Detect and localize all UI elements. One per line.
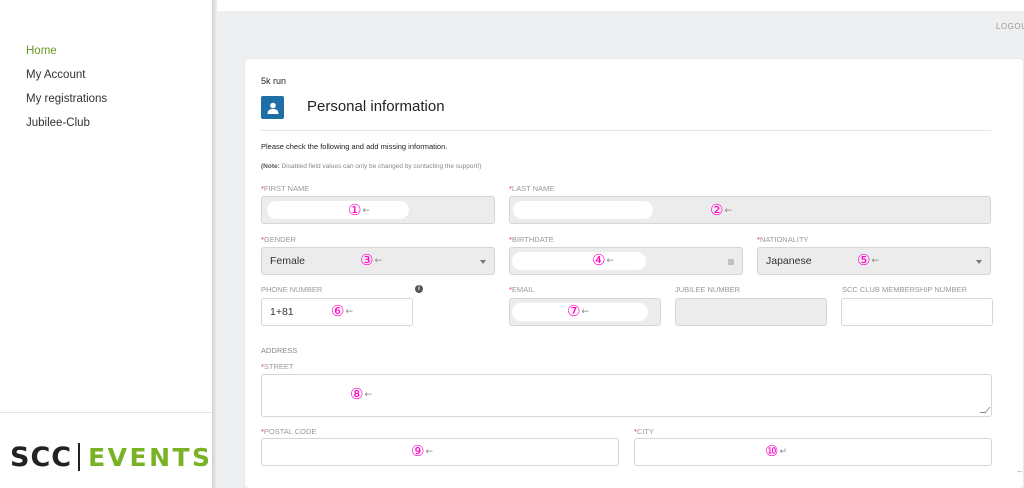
- logout-link[interactable]: LOGOUT: [996, 22, 1024, 31]
- section-title: Personal information: [307, 98, 445, 115]
- logo-scc-text: SCC: [10, 441, 73, 473]
- annotation-10-num: ⑩: [765, 442, 779, 460]
- annotation-arrow: ←: [362, 205, 370, 216]
- birthdate-redaction: [512, 252, 646, 270]
- sidebar-divider: [0, 412, 212, 413]
- note-prefix: (Note:: [261, 163, 280, 170]
- postal-code-field[interactable]: [261, 438, 619, 466]
- first-name-redaction: [267, 201, 409, 219]
- annotation-10: ⑩↵: [765, 443, 787, 460]
- annotation-arrow: ←: [425, 446, 433, 457]
- sidebar-nav: Home My Account My registrations Jubilee…: [26, 44, 107, 140]
- annotation-arrow: ←: [374, 255, 382, 266]
- annotation-arrow: ←: [724, 205, 732, 216]
- last-name-label-text: LAST NAME: [511, 184, 555, 193]
- annotation-4-num: ④: [592, 251, 606, 269]
- sidebar-item-my-registrations[interactable]: My registrations: [26, 92, 107, 116]
- info-icon[interactable]: i: [415, 285, 423, 293]
- email-label: *EMAIL: [509, 285, 534, 294]
- scc-events-logo[interactable]: SCC EVENTS: [10, 440, 213, 474]
- annotation-arrow: ←: [871, 255, 879, 266]
- gender-label-text: GENDER: [263, 235, 297, 244]
- form-note: (Note: Disabled field values can only be…: [261, 163, 481, 170]
- city-field[interactable]: [634, 438, 992, 466]
- postal-code-label-text: POSTAL CODE: [263, 427, 317, 436]
- annotation-arrow: ←: [606, 255, 614, 266]
- annotation-8: ⑧←: [350, 386, 372, 403]
- gender-label: *GENDER: [261, 235, 296, 244]
- annotation-2-num: ②: [710, 201, 724, 219]
- main-area: LOGOUT 5k run Personal information Pleas…: [212, 0, 1024, 488]
- annotation-5-num: ⑤: [857, 251, 871, 269]
- postal-code-label: *POSTAL CODE: [261, 427, 316, 436]
- jubilee-number-label: JUBILEE NUMBER: [675, 285, 740, 294]
- phone-value: 1+81: [270, 306, 294, 318]
- city-label: *CITY: [634, 427, 654, 436]
- logo-separator: [78, 443, 81, 471]
- annotation-6-num: ⑥: [331, 302, 345, 320]
- user-icon: [261, 96, 284, 119]
- city-label-text: CITY: [636, 427, 655, 436]
- nationality-label-text: NATIONALITY: [759, 235, 809, 244]
- user-icon-glyph: [267, 102, 278, 114]
- annotation-3-num: ③: [360, 251, 374, 269]
- annotation-9-num: ⑨: [411, 442, 425, 460]
- calendar-icon[interactable]: [728, 259, 734, 265]
- jubilee-number-field[interactable]: [675, 298, 827, 326]
- annotation-arrow: ←: [581, 306, 589, 317]
- birthdate-label-text: BIRTHDATE: [511, 235, 554, 244]
- birthdate-label: *BIRTHDATE: [509, 235, 554, 244]
- sidebar-item-home[interactable]: Home: [26, 44, 107, 68]
- annotation-2: ②←: [710, 202, 732, 219]
- scc-club-label: SCC CLUB MEMBERSHIP NUMBER: [842, 285, 967, 294]
- chevron-down-icon: [480, 260, 486, 264]
- jubilee-label-text: JUBILEE NUMBER: [675, 285, 741, 294]
- sidebar-item-my-account[interactable]: My Account: [26, 68, 107, 92]
- annotation-arrow: ←: [345, 306, 353, 317]
- annotation-3: ③←: [360, 252, 382, 269]
- top-band: [212, 0, 1024, 11]
- sidebar-item-jubilee-club[interactable]: Jubilee-Club: [26, 116, 107, 140]
- annotation-1-num: ①: [348, 201, 362, 219]
- sidebar-shadow: [212, 0, 217, 488]
- annotation-4: ④←: [592, 252, 614, 269]
- chevron-down-icon: [976, 260, 982, 264]
- sidebar: Home My Account My registrations Jubilee…: [0, 0, 212, 488]
- address-heading: ADDRESS: [261, 346, 298, 355]
- edge-arrow-icon: ←: [1016, 466, 1024, 475]
- nationality-label: *NATIONALITY: [757, 235, 809, 244]
- section-divider: [261, 130, 991, 131]
- annotation-9: ⑨←: [411, 443, 433, 460]
- annotation-7: ⑦←: [567, 303, 589, 320]
- street-label: *STREET: [261, 362, 294, 371]
- resize-handle-icon[interactable]: [979, 407, 991, 413]
- phone-label-text: PHONE NUMBER: [261, 285, 323, 294]
- annotation-6: ⑥←: [331, 303, 353, 320]
- form-hint: Please check the following and add missi…: [261, 142, 448, 151]
- gender-value: Female: [270, 255, 306, 267]
- event-name: 5k run: [261, 76, 287, 86]
- scc-club-membership-field[interactable]: [841, 298, 993, 326]
- annotation-8-num: ⑧: [350, 385, 364, 403]
- annotation-1: ①←: [348, 202, 370, 219]
- scc-club-label-text: SCC CLUB MEMBERSHIP NUMBER: [842, 285, 967, 294]
- phone-label: PHONE NUMBER: [261, 285, 322, 294]
- annotation-arrow: ←: [364, 389, 372, 400]
- street-label-text: STREET: [263, 362, 294, 371]
- note-text: Disabled field values can only be change…: [279, 163, 482, 170]
- personal-info-card: 5k run Personal information Please check…: [245, 59, 1023, 488]
- first-name-label-text: FIRST NAME: [263, 184, 310, 193]
- first-name-label: *FIRST NAME: [261, 184, 309, 193]
- annotation-5: ⑤←: [857, 252, 879, 269]
- last-name-redaction: [513, 201, 653, 219]
- logo-events-text: EVENTS: [88, 442, 213, 472]
- email-label-text: EMAIL: [511, 285, 535, 294]
- annotation-7-num: ⑦: [567, 302, 581, 320]
- last-name-label: *LAST NAME: [509, 184, 554, 193]
- annotation-return-arrow: ↵: [779, 446, 787, 457]
- nationality-value: Japanese: [766, 255, 812, 267]
